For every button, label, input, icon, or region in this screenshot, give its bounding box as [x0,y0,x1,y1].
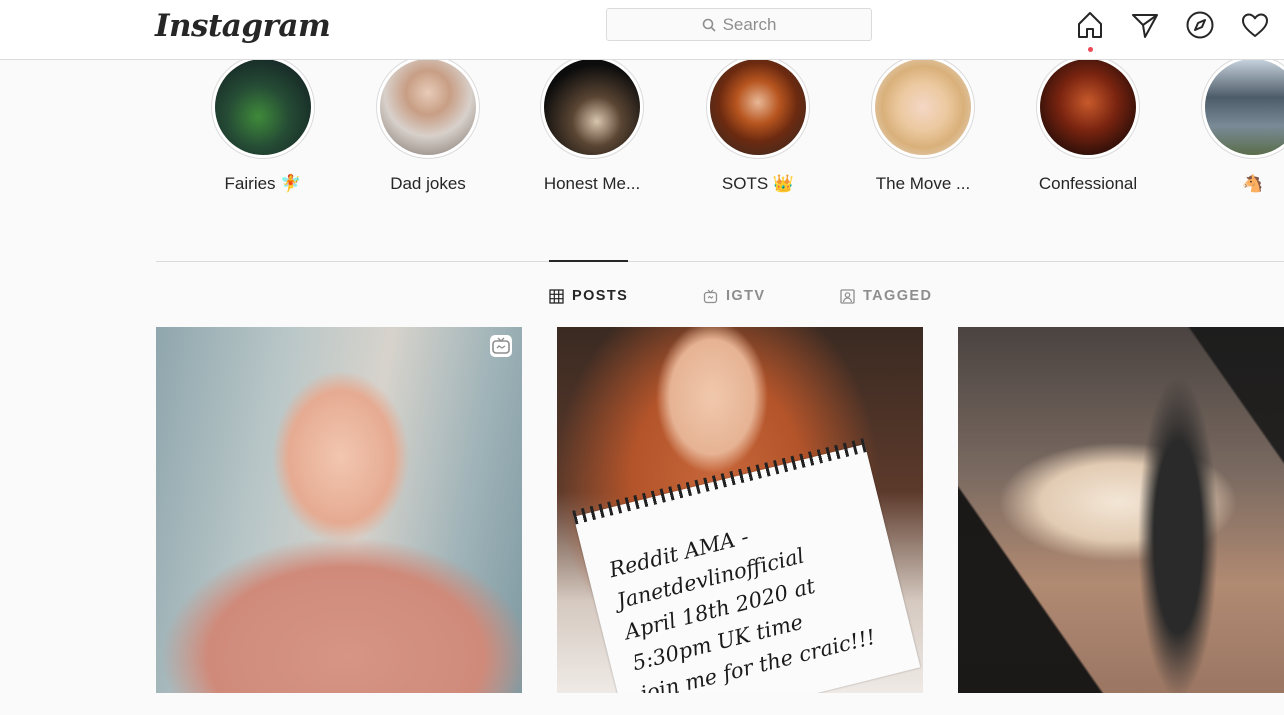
tab-igtv[interactable]: IGTV [703,285,765,307]
active-tab-indicator [549,260,628,262]
highlight-label: Confessional [1038,174,1138,193]
home-icon[interactable] [1075,10,1105,40]
post-image [958,327,1284,693]
search-box[interactable]: Search [606,8,872,41]
highlight-ring [1201,55,1284,159]
igtv-badge-icon [490,335,512,357]
highlight-fairies[interactable]: Fairies 🧚 [201,55,325,196]
highlight-confessional[interactable]: Confessional [1026,55,1150,196]
post-thumbnail-igtv[interactable] [156,327,522,693]
note-text: Reddit AMA - Janetdevlinofficial April 1… [606,524,878,693]
tab-label: TAGGED [863,288,933,304]
highlight-label: Dad jokes [390,174,466,193]
search-icon [702,18,716,32]
highlight-ring [211,55,315,159]
highlight-label: SOTS 👑 [721,174,795,193]
highlight-the-move[interactable]: The Move ... [861,55,985,196]
highlight-dad-jokes[interactable]: Dad jokes [366,55,490,196]
highlight-cover [380,59,476,155]
explore-icon[interactable] [1185,10,1215,40]
tab-posts[interactable]: POSTS [549,285,628,307]
profile-tabs-divider [156,261,1284,262]
highlight-ring [871,55,975,159]
highlight-cover [544,59,640,155]
highlight-ring [706,55,810,159]
highlight-honest-me[interactable]: Honest Me... [530,55,654,196]
notification-dot [1088,47,1093,52]
direct-icon[interactable] [1130,10,1160,40]
post-thumbnail-mirror-selfie[interactable] [958,327,1284,693]
highlight-label: Honest Me... [543,174,641,193]
post-thumbnail-reddit-ama[interactable]: Reddit AMA - Janetdevlinofficial April 1… [557,327,923,693]
highlight-sots[interactable]: SOTS 👑 [696,55,820,196]
highlight-horse[interactable]: 🐴 [1191,55,1284,196]
post-image [156,327,522,693]
tab-label: IGTV [726,288,766,304]
instagram-logo[interactable]: Instagram [155,6,331,46]
highlight-cover [215,59,311,155]
activity-heart-icon[interactable] [1240,10,1270,40]
tab-tagged[interactable]: TAGGED [840,285,932,307]
top-navbar: Instagram Search [0,0,1284,60]
tab-label: POSTS [572,288,629,304]
highlight-cover [875,59,971,155]
highlight-ring [376,55,480,159]
highlight-label: The Move ... [875,174,971,193]
search-placeholder: Search [722,14,777,34]
highlight-cover [710,59,806,155]
highlight-ring [540,55,644,159]
highlight-cover [1040,59,1136,155]
tagged-icon [840,288,855,304]
highlight-label: Fairies 🧚 [224,174,302,193]
igtv-icon [703,289,718,303]
highlight-ring [1036,55,1140,159]
highlight-label: 🐴 [1242,174,1264,193]
grid-icon [549,288,564,304]
highlight-cover [1205,59,1284,155]
